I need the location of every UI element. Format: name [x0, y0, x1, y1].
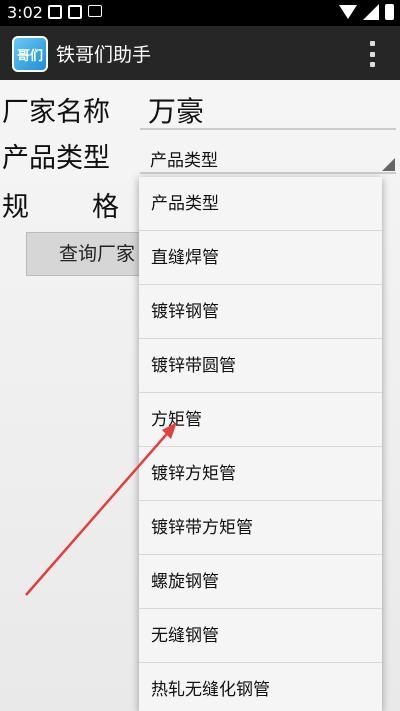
annotation-arrow-icon [25, 422, 177, 596]
